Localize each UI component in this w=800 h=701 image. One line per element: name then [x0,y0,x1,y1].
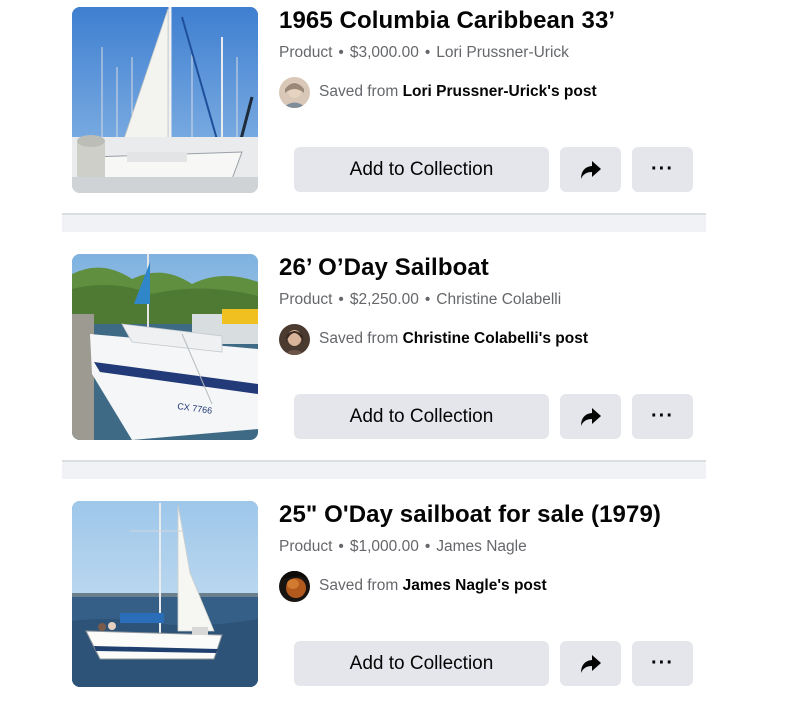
item-seller[interactable]: Lori Prussner-Urick [436,44,569,61]
sailboat-docked-marina-photo [72,7,258,193]
saved-source-link[interactable]: Christine Colabelli's post [403,330,588,347]
james-avatar [279,570,310,602]
share-arrow-icon [580,160,601,179]
saved-from-text: Saved from James Nagle's post [319,577,547,595]
add-to-collection-button[interactable]: Add to Collection [294,147,549,192]
item-price: $2,250.00 [349,291,419,308]
item-seller[interactable]: Christine Colabelli [436,291,561,308]
more-options-icon: ··· [651,405,674,427]
saved-from-row: Saved from Christine Colabelli's post [279,323,588,355]
saved-source-link[interactable]: James Nagle's post [403,577,547,594]
separator-dot: • [424,291,431,308]
saved-item: 1965 Columbia Caribbean 33’ Product • $3,0… [0,0,800,200]
more-options-icon: ··· [651,158,674,180]
item-type: Product [279,291,333,308]
share-arrow-icon [580,654,601,673]
separator-dot: • [338,44,344,61]
christine-avatar [279,323,310,355]
item-type: Product [279,538,333,555]
item-title[interactable]: 25" O'Day sailboat for sale (1979) [279,501,661,529]
item-meta: Product • $3,000.00 • Lori Prussner-Urick [279,44,569,62]
share-button[interactable] [560,147,621,192]
item-title[interactable]: 1965 Columbia Caribbean 33’ [279,7,615,35]
separator-dot: • [424,44,431,61]
item-thumbnail[interactable] [72,501,258,687]
saved-from-row: Saved from James Nagle's post [279,570,547,602]
avatar[interactable] [279,76,310,108]
item-price: $3,000.00 [349,44,419,61]
saved-from-prefix: Saved from [319,83,399,100]
separator-dot: • [338,538,344,555]
more-options-button[interactable]: ··· [632,641,693,686]
item-meta: Product • $2,250.00 • Christine Colabelli [279,291,561,309]
saved-source-link[interactable]: Lori Prussner-Urick's post [403,83,597,100]
more-options-button[interactable]: ··· [632,147,693,192]
separator-dot: • [424,538,431,555]
item-thumbnail[interactable] [72,7,258,193]
saved-item: 25" O'Day sailboat for sale (1979) Produ… [0,494,800,694]
item-seller[interactable]: James Nagle [436,538,526,555]
sailboat-at-dock-photo: CX 7766 [72,254,258,440]
add-to-collection-button[interactable]: Add to Collection [294,394,549,439]
saved-from-prefix: Saved from [319,577,399,594]
item-thumbnail[interactable]: CX 7766 [72,254,258,440]
share-arrow-icon [580,407,601,426]
share-button[interactable] [560,641,621,686]
avatar[interactable] [279,323,310,355]
section-divider [62,460,706,479]
saved-from-prefix: Saved from [319,330,399,347]
more-options-icon: ··· [651,652,674,674]
section-divider [62,213,706,232]
lori-avatar [279,76,310,108]
item-title[interactable]: 26’ O’Day Sailboat [279,254,489,282]
saved-from-text: Saved from Christine Colabelli's post [319,330,588,348]
saved-from-text: Saved from Lori Prussner-Urick's post [319,83,597,101]
saved-from-row: Saved from Lori Prussner-Urick's post [279,76,597,108]
saved-items-page: 1965 Columbia Caribbean 33’ Product • $3,0… [0,0,800,701]
more-options-button[interactable]: ··· [632,394,693,439]
sailboat-on-water-photo [72,501,258,687]
item-price: $1,000.00 [349,538,419,555]
saved-item: CX 7766 26’ O’Day Sailboat Product • $2,25… [0,247,800,447]
separator-dot: • [338,291,344,308]
add-to-collection-button[interactable]: Add to Collection [294,641,549,686]
share-button[interactable] [560,394,621,439]
item-type: Product [279,44,333,61]
avatar[interactable] [279,570,310,602]
item-meta: Product • $1,000.00 • James Nagle [279,538,527,556]
